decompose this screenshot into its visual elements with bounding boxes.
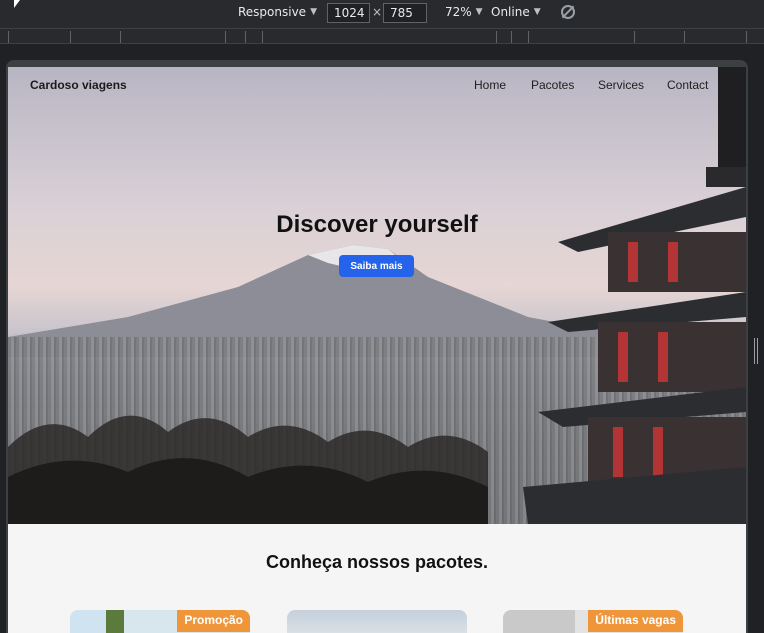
ruler-tick xyxy=(746,31,747,43)
ruler-tick xyxy=(120,31,121,43)
hero-title: Discover yourself xyxy=(276,211,478,238)
last-spots-badge: Últimas vagas xyxy=(588,610,683,632)
package-card[interactable]: Últimas vagas xyxy=(503,610,683,633)
package-card[interactable]: Promoção xyxy=(70,610,250,633)
media-query-ruler xyxy=(0,28,764,44)
nav-link-services[interactable]: Services xyxy=(598,78,644,92)
pagoda-image xyxy=(523,67,746,524)
device-select-label: Responsive xyxy=(238,5,307,19)
nav-link-home[interactable]: Home xyxy=(474,78,506,92)
site-logo[interactable]: Cardoso viagens xyxy=(30,78,127,92)
dimension-separator: × xyxy=(372,5,383,19)
zoom-select[interactable]: 72% ▼ xyxy=(445,5,483,19)
packages-heading: Conheça nossos pacotes. xyxy=(265,552,489,572)
width-input[interactable]: 1024 xyxy=(327,3,370,23)
chevron-down-icon: ▼ xyxy=(533,7,541,17)
ruler-tick xyxy=(511,31,512,43)
ruler-tick xyxy=(684,31,685,43)
card-image xyxy=(287,610,467,633)
resize-handle[interactable] xyxy=(754,338,758,364)
nav-link-pacotes[interactable]: Pacotes xyxy=(531,78,574,92)
saiba-mais-button[interactable]: Saiba mais xyxy=(339,255,414,277)
hero-section: Cardoso viagens Home Pacotes Services Co… xyxy=(8,67,746,524)
ruler-tick xyxy=(528,31,529,43)
page-viewport: Cardoso viagens Home Pacotes Services Co… xyxy=(8,67,746,633)
promo-badge: Promoção xyxy=(177,610,250,632)
device-select[interactable]: Responsive ▼ xyxy=(238,5,317,19)
ruler-tick xyxy=(245,31,246,43)
ruler-tick xyxy=(496,31,497,43)
nav-link-contact[interactable]: Contact xyxy=(667,78,708,92)
ruler-tick xyxy=(8,31,9,43)
rotate-icon[interactable] xyxy=(561,5,575,19)
ruler-tick xyxy=(262,31,263,43)
package-card[interactable] xyxy=(287,610,467,633)
throttle-label: Online xyxy=(491,5,530,19)
throttle-select[interactable]: Online ▼ xyxy=(491,5,541,19)
mouse-cursor-icon xyxy=(14,0,20,8)
ruler-tick xyxy=(634,31,635,43)
zoom-label: 72% xyxy=(445,5,472,19)
chevron-down-icon: ▼ xyxy=(475,7,483,17)
ruler-tick xyxy=(70,31,71,43)
chevron-down-icon: ▼ xyxy=(310,7,317,17)
ruler-tick xyxy=(225,31,226,43)
height-input[interactable]: 785 xyxy=(383,3,427,23)
device-toolbar: Responsive ▼ 1024 × 785 72% ▼ Online ▼ xyxy=(0,0,764,28)
